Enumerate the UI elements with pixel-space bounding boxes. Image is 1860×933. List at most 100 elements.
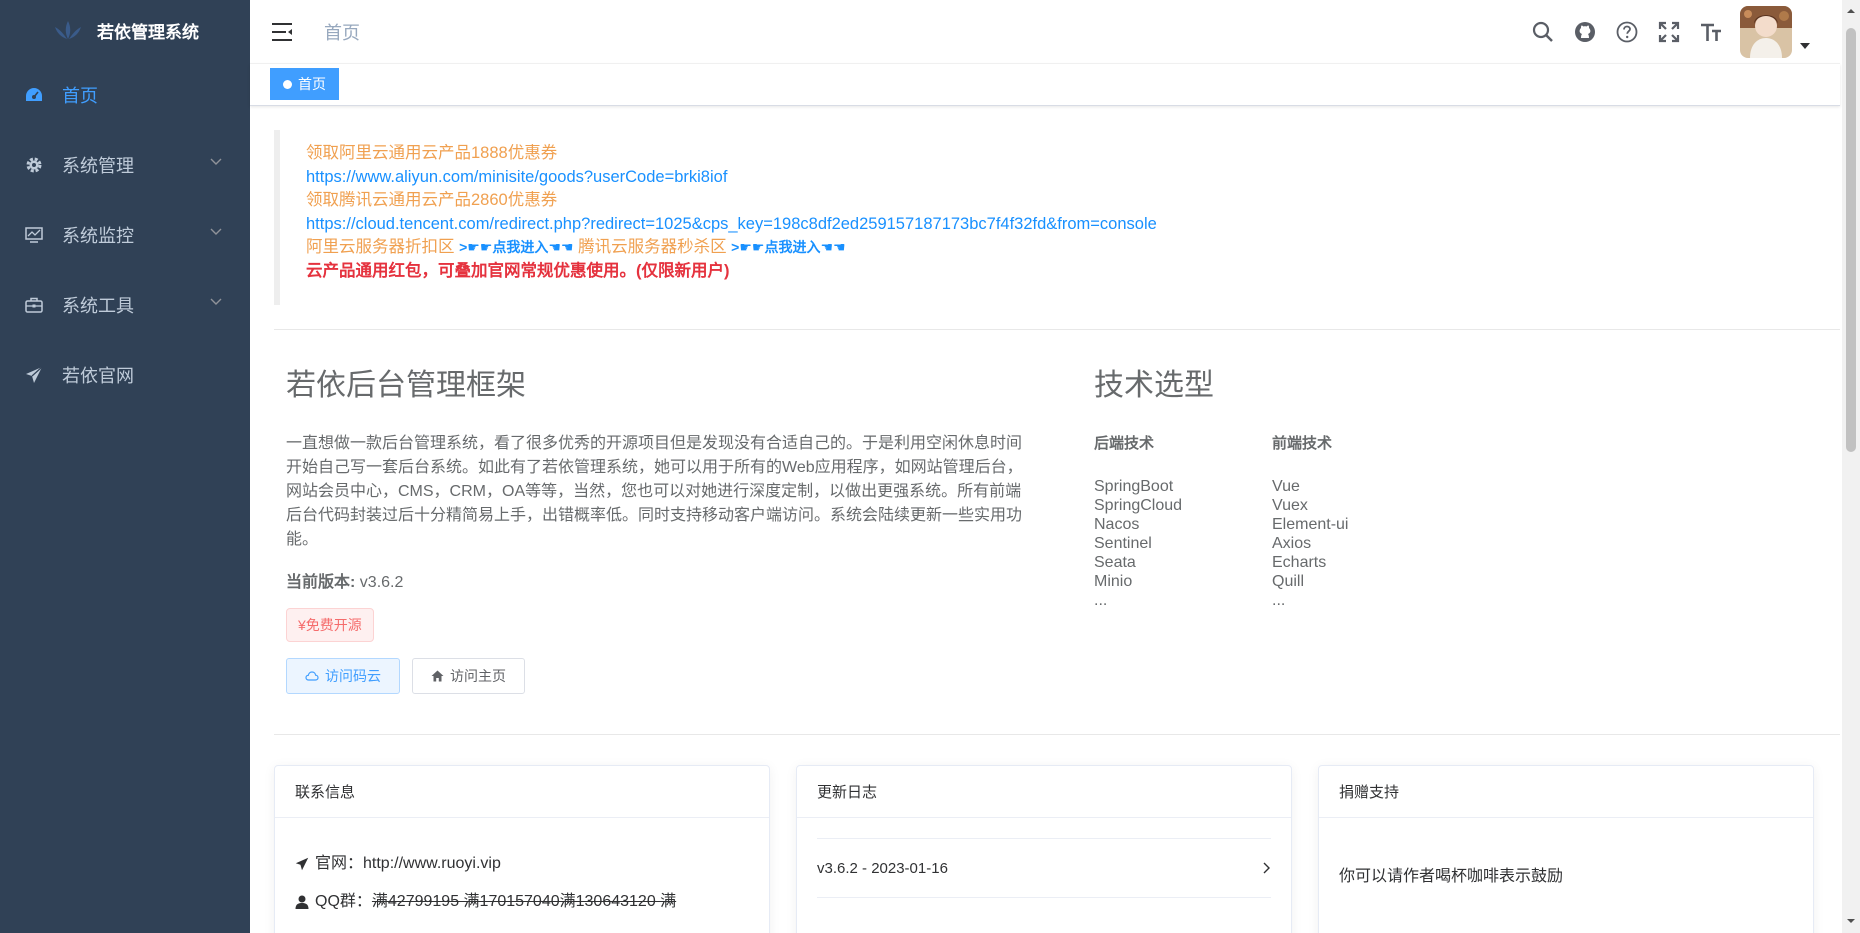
list-item: SpringBoot [1094,478,1174,495]
list-item: Echarts [1272,554,1327,571]
tech-title: 技术选型 [1094,369,1214,402]
home-icon [431,670,444,682]
github-icon[interactable] [1564,6,1606,58]
monitor-icon [24,225,44,245]
logo[interactable]: 若依管理系统 [0,0,250,60]
notice-aliyun-link[interactable]: https://www.aliyun.com/minisite/goods?us… [306,166,1834,190]
page-scrollbar[interactable] [1842,0,1860,933]
sidebar-item-tools[interactable]: 系统工具 [0,270,250,340]
contact-qq: QQ群： 满42799195 满170157040满130643120 满 [295,890,749,914]
gear-icon [24,155,44,175]
sidebar: 若依管理系统 首页 系统管理 系统监控 系统工具 若依官网 [0,0,250,933]
paper-plane-icon [24,365,44,385]
logo-icon [55,21,81,39]
tag-home[interactable]: 首页 [270,68,339,100]
frontend-tech: 前端技术 Vue Vuex Element-ui Axios Echarts Q… [1272,432,1450,610]
avatar[interactable] [1740,6,1792,58]
chevron-down-icon [210,158,222,165]
sidebar-item-label: 系统监控 [62,226,134,246]
backend-title: 后端技术 [1094,435,1155,452]
intro-title: 若依后台管理框架 [286,369,526,402]
logo-text: 若依管理系统 [97,22,199,42]
tags-view: 首页 [250,64,1840,106]
sidebar-item-label: 系统管理 [62,156,134,176]
fullscreen-icon[interactable] [1648,6,1690,58]
font-size-icon[interactable] [1690,6,1732,58]
version-info: 当前版本: v3.6.2 [286,568,1082,592]
tech-section: 技术选型 后端技术 SpringBoot SpringCloud Nacos S… [1094,330,1450,694]
list-item: Seata [1094,554,1136,571]
tech-columns: 后端技术 SpringBoot SpringCloud Nacos Sentin… [1094,432,1450,610]
promo-notice: 领取阿里云通用云产品1888优惠券 https://www.aliyun.com… [274,130,1834,305]
search-icon[interactable] [1522,6,1564,58]
backend-tech: 后端技术 SpringBoot SpringCloud Nacos Sentin… [1094,432,1272,610]
contact-website: 官网： http://www.ruoyi.vip [295,852,749,876]
tencent-zone-label: 腾讯云服务器秒杀区 [578,238,727,256]
chevron-down-icon [210,298,222,305]
navbar: 首页 [250,0,1840,64]
website-link[interactable]: http://www.ruoyi.vip [363,852,501,876]
main-container: 首页 首页 领取阿里云通用云产品1888优惠券 https://www.aliy… [250,0,1840,933]
changelog-card-body: v3.6.2 - 2023-01-16 [797,818,1291,918]
notice-tencent-link[interactable]: https://cloud.tencent.com/redirect.php?r… [306,213,1834,237]
visit-home-label: 访问主页 [450,668,506,684]
donate-card-body: 你可以请作者喝杯咖啡表示鼓励 [1319,818,1813,906]
cloud-icon [305,671,319,681]
paper-plane-icon [295,857,309,871]
info-cards: 联系信息 官网： http://www.ruoyi.vip QQ群： 满4279… [274,765,1840,933]
list-item: Axios [1272,535,1312,552]
list-item: Minio [1094,573,1133,590]
dashboard-content: 领取阿里云通用云产品1888优惠券 https://www.aliyun.com… [250,106,1840,933]
donate-text: 你可以请作者喝杯咖啡表示鼓励 [1339,868,1564,885]
sidebar-item-label: 若依官网 [62,366,134,386]
toolbox-icon [24,295,44,315]
list-item: Nacos [1094,516,1140,533]
contact-card-body: 官网： http://www.ruoyi.vip QQ群： 满42799195 … [275,818,769,933]
donate-card: 捐赠支持 你可以请作者喝杯咖啡表示鼓励 [1318,765,1814,933]
sidebar-item-label: 首页 [62,86,98,106]
list-item: Vuex [1272,497,1308,514]
changelog-item-label: v3.6.2 - 2023-01-16 [817,859,948,877]
qq-groups[interactable]: 满42799195 满170157040满130643120 满 [372,890,676,914]
list-item: ... [1094,592,1108,609]
visit-gitee-button[interactable]: 访问码云 [286,658,400,694]
qq-label: QQ群： [315,893,372,910]
intro-buttons: 访问码云 访问主页 [286,658,1082,694]
tag-dot [283,79,292,89]
divider [274,734,1840,735]
free-open-source-tag: ¥免费开源 [286,608,374,642]
version-label: 当前版本: [286,574,356,591]
version-value: v3.6.2 [359,574,404,591]
notice-red-text: 云产品通用红包，可叠加官网常规优惠使用。(仅限新用户) [306,261,730,280]
tencent-enter-link[interactable]: >☛☛点我进入☚☚ [731,239,845,255]
list-item: Sentinel [1094,535,1152,552]
hamburger-icon[interactable] [270,20,294,44]
question-icon[interactable] [1606,6,1648,58]
donate-card-title: 捐赠支持 [1319,766,1813,818]
changelog-item[interactable]: v3.6.2 - 2023-01-16 [817,838,1271,898]
intro-description: 一直想做一款后台管理系统，看了很多优秀的开源项目但是发现没有合适自己的。于是利用… [286,435,1023,548]
notice-tencent-coupon: 领取腾讯云通用云产品2860优惠券 [306,191,558,209]
changelog-card-title: 更新日志 [797,766,1291,818]
intro-row: 若依后台管理框架 一直想做一款后台管理系统，看了很多优秀的开源项目但是发现没有合… [274,330,1840,694]
notice-zones: 阿里云服务器折扣区 >☛☛点我进入☚☚ 腾讯云服务器秒杀区 >☛☛点我进入☚☚ [306,236,1834,260]
scrollbar-thumb[interactable] [1846,28,1856,452]
chevron-down-icon [210,228,222,235]
sidebar-item-label: 系统工具 [62,296,134,316]
intro-section: 若依后台管理框架 一直想做一款后台管理系统，看了很多优秀的开源项目但是发现没有合… [274,330,1094,694]
sidebar-item-official-site[interactable]: 若依官网 [0,340,250,410]
scroll-down-arrow-icon[interactable] [1846,916,1856,926]
frontend-list: Vue Vuex Element-ui Axios Echarts Quill … [1272,477,1450,610]
user-icon [295,895,309,909]
sidebar-item-home[interactable]: 首页 [0,60,250,130]
frontend-title: 前端技术 [1272,435,1333,452]
caret-down-icon[interactable] [1800,43,1810,49]
contact-card: 联系信息 官网： http://www.ruoyi.vip QQ群： 满4279… [274,765,770,933]
changelog-card: 更新日志 v3.6.2 - 2023-01-16 [796,765,1292,933]
sidebar-item-system[interactable]: 系统管理 [0,130,250,200]
sidebar-item-monitor[interactable]: 系统监控 [0,200,250,270]
aliyun-enter-link[interactable]: >☛☛点我进入☚☚ [459,239,573,255]
visit-home-button[interactable]: 访问主页 [412,658,525,694]
scroll-up-arrow-icon[interactable] [1846,6,1856,16]
list-item: Vue [1272,478,1300,495]
